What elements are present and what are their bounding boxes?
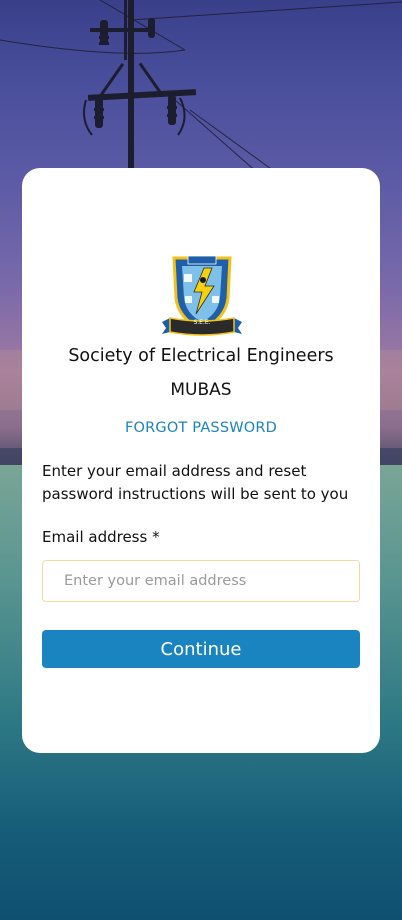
page-title: FORGOT PASSWORD [124,420,278,436]
society-emblem-icon [162,255,242,336]
logo: S.E.E. [160,252,244,340]
continue-button[interactable]: Continue [42,630,360,668]
email-label: Email address * [42,528,160,546]
ribbon-text: S.E.E. [193,319,211,326]
organization-subtitle: MUBAS [170,380,232,400]
organization-name: Society of Electrical Engineers [68,346,334,366]
forgot-password-card: S.E.E. Society of Electrical Engineers M… [22,168,380,753]
instructions-text: Enter your email address and reset passw… [42,462,349,503]
email-field[interactable] [42,560,360,602]
